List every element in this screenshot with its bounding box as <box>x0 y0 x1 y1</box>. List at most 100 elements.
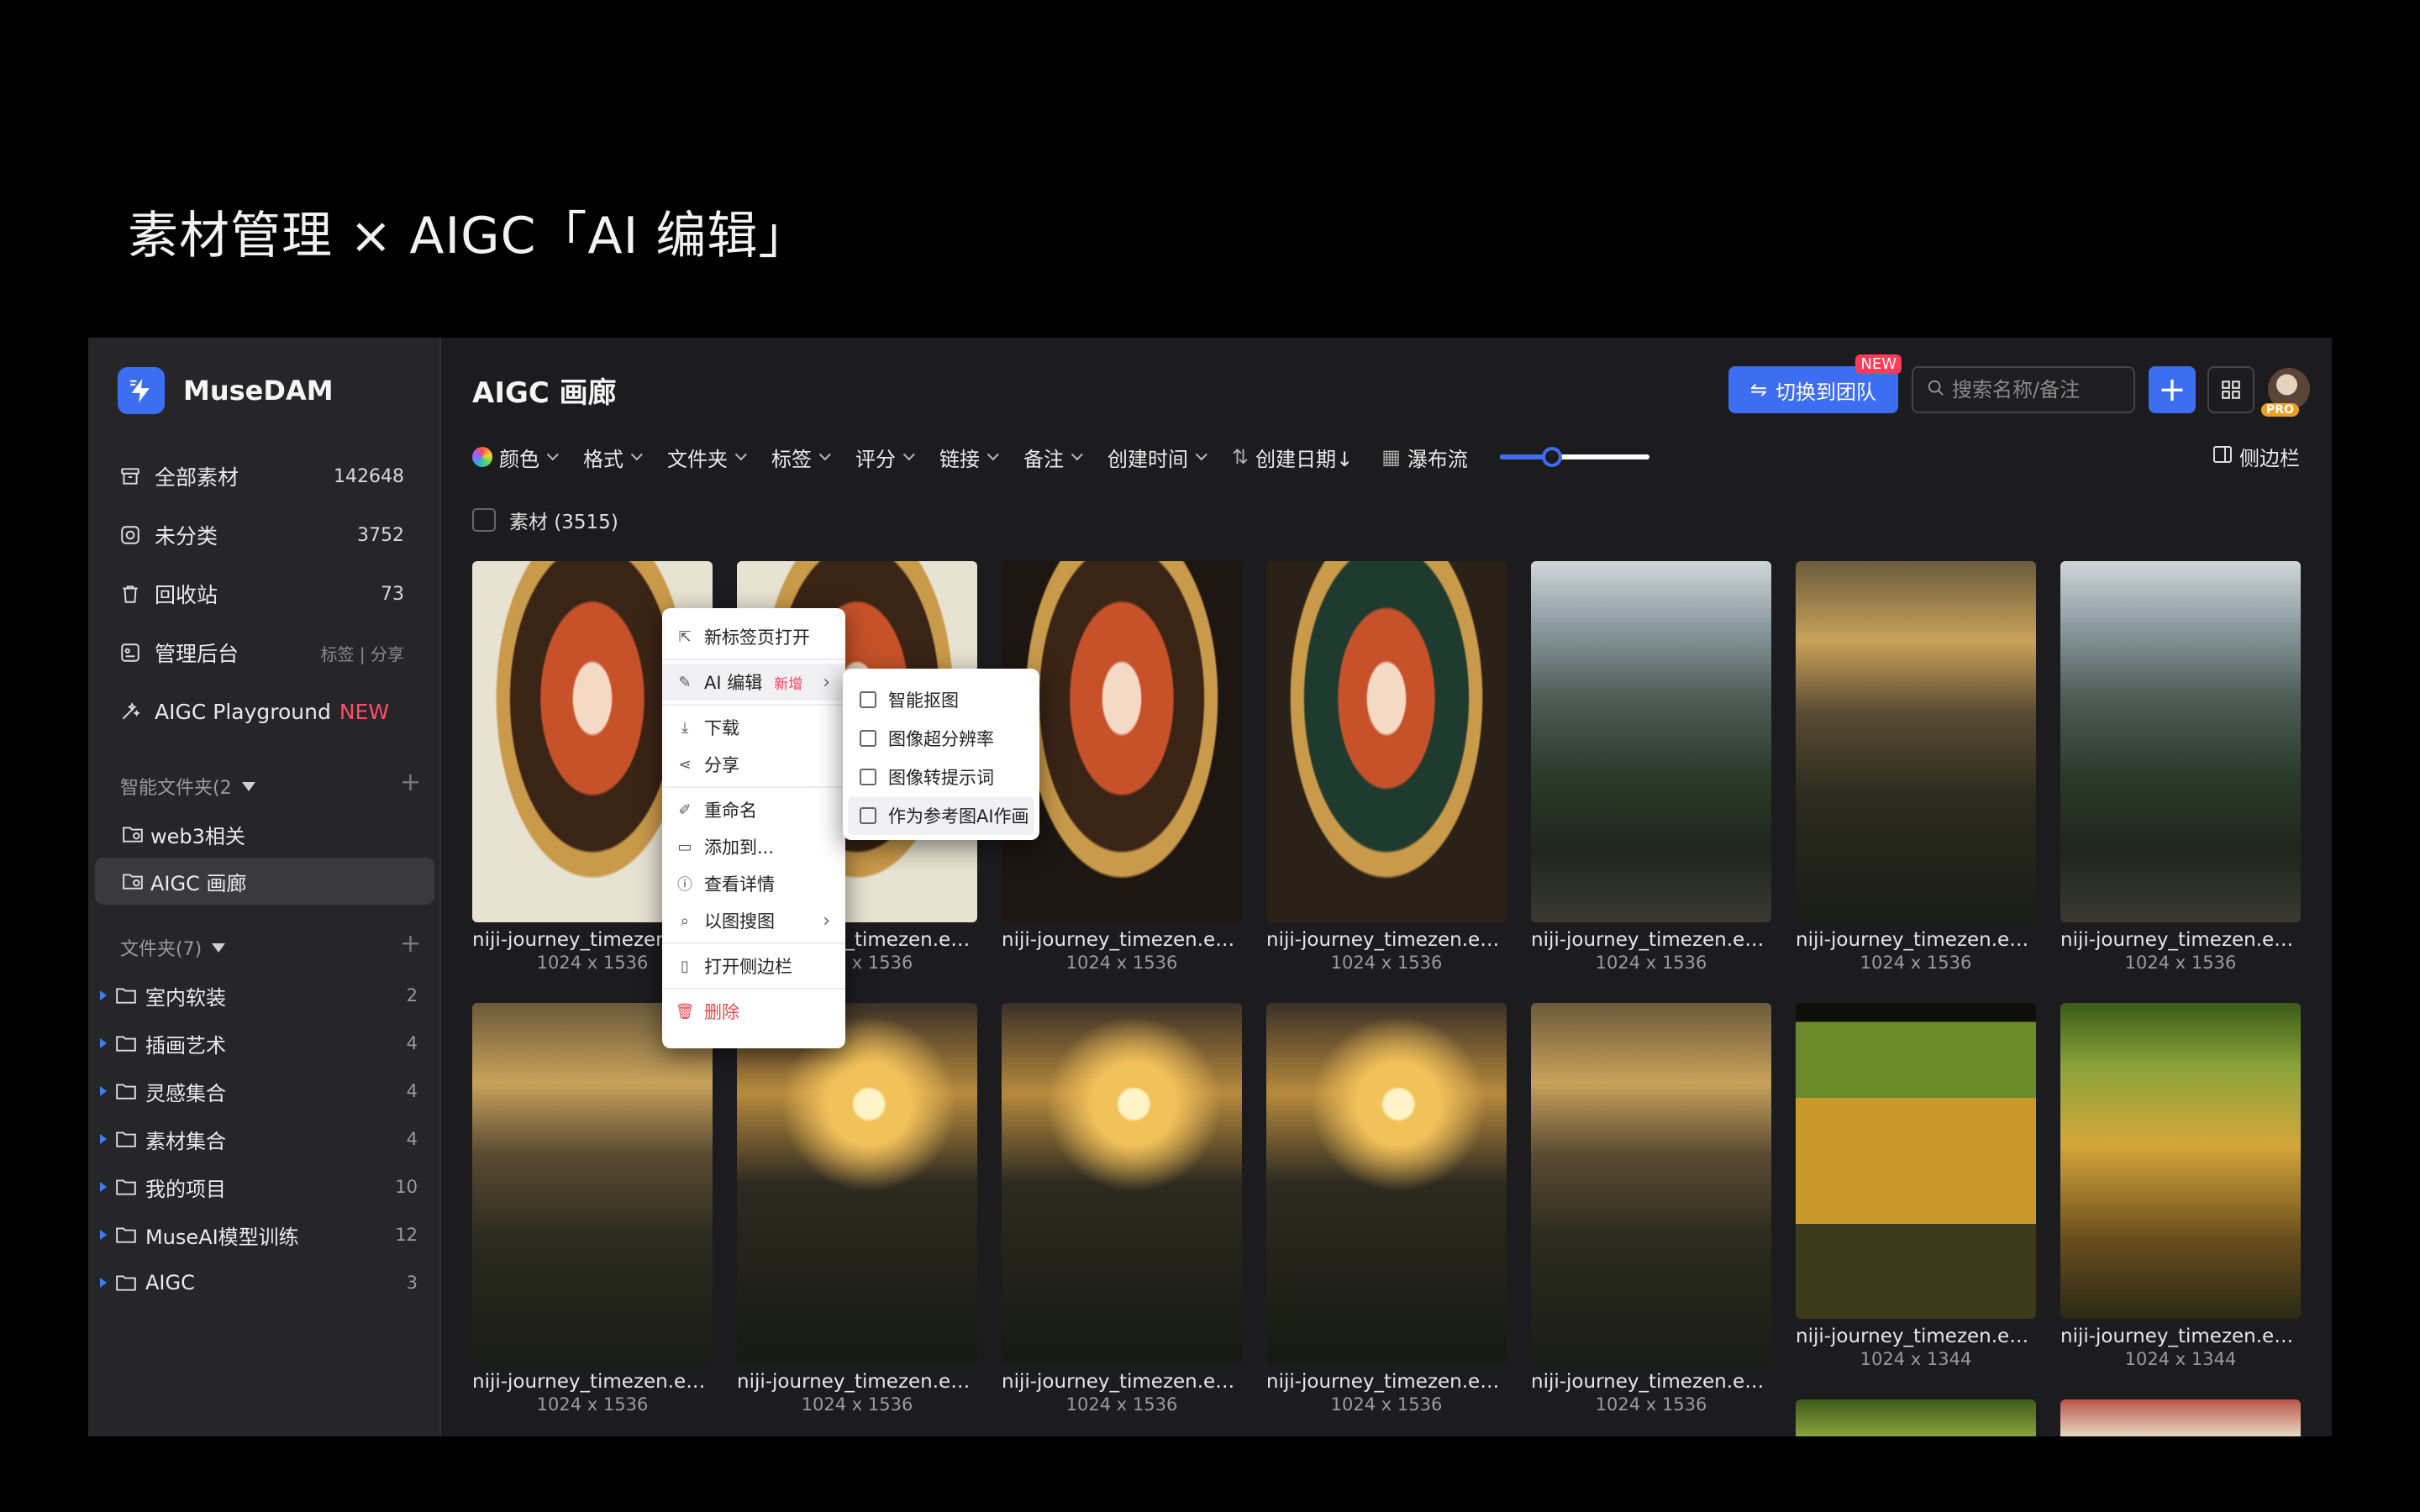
nav-trash[interactable]: 回收站 73 <box>88 564 439 623</box>
nav-admin[interactable]: 管理后台 标签 | 分享 <box>88 623 439 682</box>
filter-rating[interactable]: 评分 <box>855 443 915 472</box>
menu-open-sidebar[interactable]: ▯ 打开侧边栏 <box>662 948 845 984</box>
asset-card[interactable]: niji-journey_timezen.eth... 1024 x 1536 <box>1002 1003 1242 1415</box>
sidebar-toggle-button[interactable]: 侧边栏 <box>2212 442 2300 471</box>
asset-thumbnail[interactable] <box>1796 1003 2036 1319</box>
filter-color[interactable]: 颜色 <box>472 443 559 472</box>
menu-rename[interactable]: ✐ 重命名 <box>662 791 845 828</box>
asset-thumbnail[interactable] <box>2060 1399 2301 1436</box>
asset-card[interactable]: niji-journey_timezen.eth... 1024 x 1536 <box>2060 561 2301 973</box>
select-all-checkbox[interactable] <box>472 508 496 532</box>
asset-thumbnail[interactable] <box>2060 561 2301 922</box>
asset-thumbnail[interactable] <box>2060 1003 2301 1319</box>
zoom-slider-handle[interactable] <box>1542 447 1563 467</box>
chevron-down-icon <box>546 449 559 461</box>
filter-tag[interactable]: 标签 <box>771 443 831 472</box>
folder-item[interactable]: MuseAI模型训练 12 <box>88 1211 441 1258</box>
asset-thumbnail[interactable] <box>1796 1399 2036 1436</box>
asset-thumbnail[interactable] <box>1531 1003 1771 1364</box>
asset-card[interactable]: niji-journey_timezen.eth... 1024 x 1536 <box>737 1003 977 1415</box>
folders-header[interactable]: 文件夹(7) <box>120 934 226 961</box>
asset-thumbnail[interactable] <box>737 1003 977 1364</box>
smart-folder-aigc-gallery[interactable]: AIGC 画廊 <box>95 858 434 905</box>
brand[interactable]: MuseDAM <box>118 367 334 414</box>
asset-card[interactable]: niji-journey_timezen.eth... 1024 x 1536 <box>1796 561 2036 973</box>
folder-item[interactable]: 插画艺术 4 <box>88 1020 441 1067</box>
expand-arrow-icon[interactable] <box>100 1038 107 1048</box>
asset-name: niji-journey_timezen.eth... <box>1796 1326 2036 1347</box>
expand-arrow-icon[interactable] <box>100 990 107 1000</box>
page-title: AIGC 画廊 <box>472 376 617 410</box>
add-folder-icon[interactable]: + <box>400 929 421 958</box>
folder-icon <box>115 1079 140 1103</box>
expand-arrow-icon[interactable] <box>100 1230 107 1240</box>
submenu-smart-cutout[interactable]: 智能抠图 <box>848 680 1034 719</box>
filter-link[interactable]: 链接 <box>939 443 999 472</box>
asset-thumbnail[interactable] <box>1796 561 2036 922</box>
folder-add-icon: ▭ <box>677 837 692 856</box>
chevron-right-icon: › <box>823 671 830 693</box>
asset-card[interactable]: niji-journey_timezen.eth... 1024 x 1536 <box>1266 1003 1507 1415</box>
folder-item[interactable]: 我的项目 10 <box>88 1163 441 1210</box>
menu-download[interactable]: ⤓ 下载 <box>662 709 845 746</box>
nav-uncategorized[interactable]: 未分类 3752 <box>88 506 439 564</box>
folder-item[interactable]: AIGC 3 <box>88 1259 441 1306</box>
menu-delete[interactable]: 🗑 删除 <box>662 993 845 1030</box>
smart-folder-web3[interactable]: web3相关 <box>95 811 434 858</box>
menu-view-details[interactable]: ⓘ 查看详情 <box>662 865 845 902</box>
search-box[interactable] <box>1912 366 2135 413</box>
submenu-super-resolution[interactable]: 图像超分辨率 <box>848 719 1034 758</box>
nav-aigc-playground[interactable]: AIGC Playground NEW <box>88 682 439 741</box>
expand-arrow-icon[interactable] <box>100 1182 107 1192</box>
asset-thumbnail[interactable] <box>1002 1003 1242 1364</box>
folder-label: MuseAI模型训练 <box>145 1225 299 1249</box>
folder-item[interactable]: 素材集合 4 <box>88 1116 441 1163</box>
menu-open-new-tab[interactable]: ⇱ 新标签页打开 <box>662 618 845 655</box>
search-input[interactable] <box>1952 378 2128 402</box>
asset-card[interactable]: niji-journey_timezen.eth... 1024 x 1536 <box>472 1003 713 1415</box>
asset-thumbnail[interactable] <box>472 1003 713 1364</box>
menu-share[interactable]: ⋖ 分享 <box>662 746 845 783</box>
asset-card[interactable]: niji-journey_timezen.eth... 1024 x 1344 <box>1796 1003 2036 1369</box>
filter-note[interactable]: 备注 <box>1023 443 1083 472</box>
filter-created-time[interactable]: 创建时间 <box>1107 443 1207 472</box>
nav-all-assets[interactable]: 全部素材 142648 <box>88 447 439 506</box>
asset-card[interactable]: niji-journey_timezen.eth... 1024 x 1536 <box>1531 1003 1771 1415</box>
filter-folder[interactable]: 文件夹 <box>667 443 747 472</box>
cutout-icon <box>860 691 876 708</box>
folder-icon <box>115 984 140 1007</box>
folder-item[interactable]: 灵感集合 4 <box>88 1068 441 1115</box>
asset-card[interactable]: niji-journey_timezen.eth... 1024 x 1536 <box>1266 561 1507 973</box>
switch-team-button[interactable]: ⇋ 切换到团队 NEW <box>1728 354 1902 413</box>
submenu-reference-ai-paint[interactable]: 作为参考图AI作画 <box>848 796 1034 835</box>
image-to-text-icon <box>860 769 876 785</box>
layout-toggle[interactable]: ▦ 瀑布流 <box>1381 443 1468 472</box>
asset-card[interactable]: niji-journey_timezen.eth... 1024 x 1344 <box>2060 1003 2301 1369</box>
asset-card[interactable]: niji-journey_timezen.eth... 1024 x 1536 <box>1531 561 1771 973</box>
submenu-image-to-prompt[interactable]: 图像转提示词 <box>848 758 1034 796</box>
asset-thumbnail[interactable] <box>1266 1003 1507 1364</box>
add-smart-folder-icon[interactable]: + <box>400 768 421 797</box>
menu-label: 重命名 <box>704 801 757 821</box>
menu-add-to[interactable]: ▭ 添加到... <box>662 828 845 865</box>
expand-arrow-icon[interactable] <box>100 1134 107 1144</box>
expand-arrow-icon[interactable] <box>100 1086 107 1096</box>
filter-format[interactable]: 格式 <box>583 443 643 472</box>
sort-button[interactable]: ⇅ 创建日期↓ <box>1232 443 1353 472</box>
sidebar-icon <box>2212 445 2233 469</box>
asset-thumbnail[interactable] <box>1531 561 1771 922</box>
zoom-slider[interactable] <box>1499 447 1649 467</box>
asset-thumbnail[interactable] <box>1266 561 1507 922</box>
asset-name: niji-journey_timezen.eth... <box>1002 929 1242 951</box>
smart-folders-header[interactable]: 智能文件夹(2 <box>120 773 255 800</box>
folder-item[interactable]: 室内软装 2 <box>88 972 441 1019</box>
nav-label: 未分类 <box>155 524 218 549</box>
select-all[interactable]: 素材 (3515) <box>472 506 618 534</box>
grid-view-button[interactable] <box>2207 366 2254 413</box>
caret-down-icon <box>212 942 226 953</box>
menu-image-search[interactable]: ⌕ 以图搜图 › <box>662 902 845 939</box>
menu-label: 分享 <box>704 755 739 775</box>
expand-arrow-icon[interactable] <box>100 1278 107 1288</box>
add-button[interactable]: + <box>2149 366 2196 413</box>
menu-ai-edit[interactable]: ✎ AI 编辑 新增 › <box>662 664 845 701</box>
